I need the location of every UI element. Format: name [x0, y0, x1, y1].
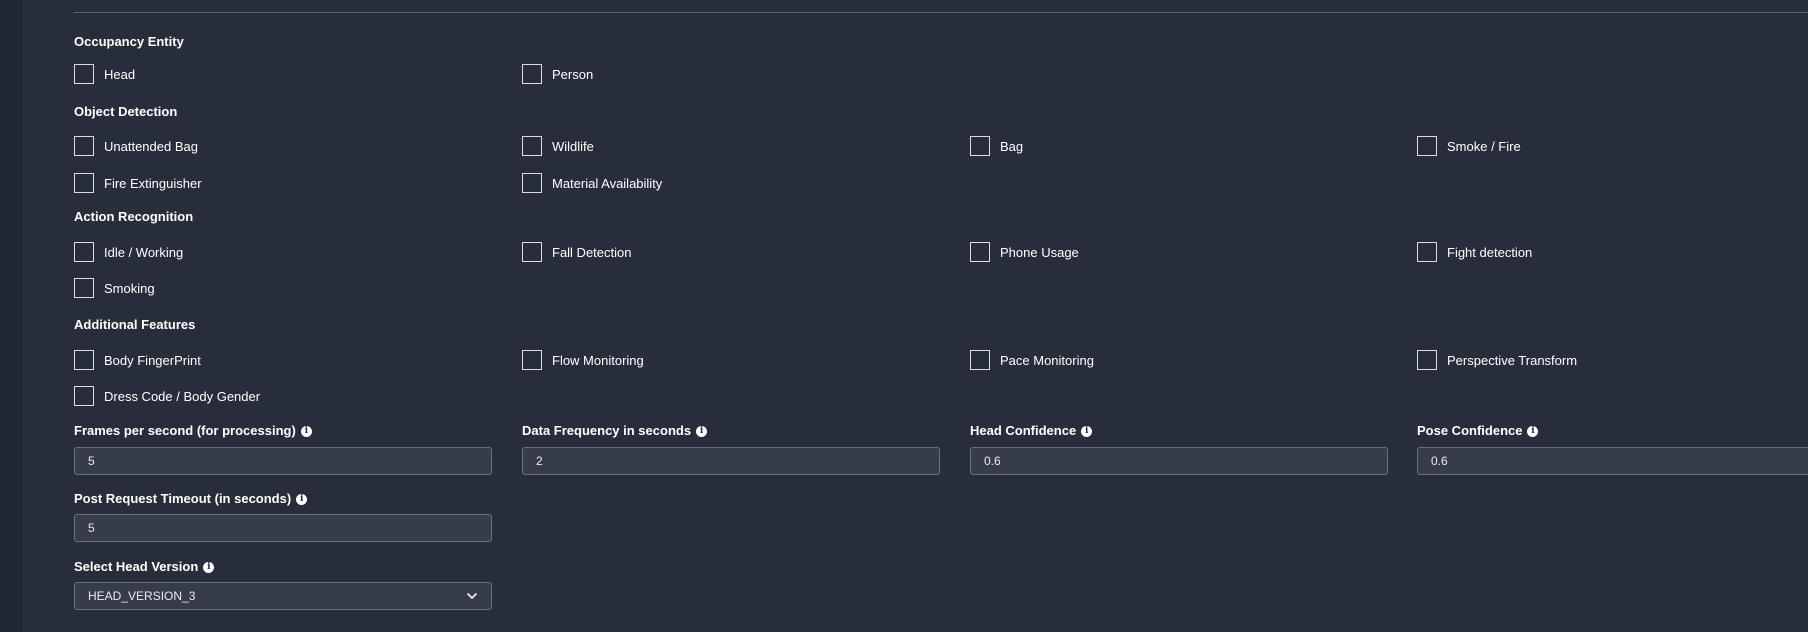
- checkbox-label: Head: [104, 66, 136, 82]
- chevron-down-icon: [467, 593, 477, 599]
- checkbox-smoke-fire[interactable]: Smoke / Fire: [1417, 135, 1521, 157]
- section-title-occupancy: Occupancy Entity: [74, 34, 184, 49]
- checkbox-box[interactable]: [970, 242, 990, 262]
- settings-panel: Occupancy Entity Head Person Object Dete…: [22, 0, 1808, 632]
- data-frequency-label: Data Frequency in seconds i: [522, 423, 708, 439]
- checkbox-box[interactable]: [74, 242, 94, 262]
- checkbox-box[interactable]: [522, 64, 542, 84]
- head-confidence-label-text: Head Confidence: [970, 423, 1077, 438]
- checkbox-wildlife[interactable]: Wildlife: [522, 135, 594, 157]
- info-icon[interactable]: i: [1527, 425, 1539, 437]
- checkbox-box[interactable]: [74, 136, 94, 156]
- checkbox-box[interactable]: [522, 173, 542, 193]
- checkbox-label: Fall Detection: [552, 244, 632, 260]
- checkbox-label: Smoking: [104, 280, 155, 296]
- pose-confidence-label: Pose Confidence i: [1417, 423, 1539, 439]
- data-frequency-label-text: Data Frequency in seconds: [522, 423, 692, 438]
- checkbox-body-fingerprint[interactable]: Body FingerPrint: [74, 349, 201, 371]
- checkbox-label: Bag: [1000, 138, 1024, 154]
- checkbox-material-availability[interactable]: Material Availability: [522, 172, 662, 194]
- checkbox-pace-monitoring[interactable]: Pace Monitoring: [970, 349, 1094, 371]
- checkbox-label: Body FingerPrint: [104, 352, 201, 368]
- checkbox-label: Dress Code / Body Gender: [104, 388, 261, 404]
- checkbox-flow-monitoring[interactable]: Flow Monitoring: [522, 349, 644, 371]
- checkbox-box[interactable]: [522, 350, 542, 370]
- left-sidebar-edge: [0, 0, 22, 632]
- checkbox-box[interactable]: [74, 278, 94, 298]
- checkbox-box[interactable]: [1417, 136, 1437, 156]
- head-confidence-input[interactable]: [970, 447, 1388, 475]
- checkbox-label: Smoke / Fire: [1447, 138, 1521, 154]
- checkbox-smoking[interactable]: Smoking: [74, 277, 155, 299]
- info-icon[interactable]: i: [296, 493, 308, 505]
- checkbox-fire-extinguisher[interactable]: Fire Extinguisher: [74, 172, 202, 194]
- head-version-selected: HEAD_VERSION_3: [88, 589, 196, 603]
- checkbox-person[interactable]: Person: [522, 63, 593, 85]
- checkbox-bag[interactable]: Bag: [970, 135, 1023, 157]
- checkbox-box[interactable]: [1417, 350, 1437, 370]
- checkbox-box[interactable]: [74, 386, 94, 406]
- checkbox-label: Flow Monitoring: [552, 352, 644, 368]
- info-icon[interactable]: i: [1081, 425, 1093, 437]
- checkbox-box[interactable]: [522, 242, 542, 262]
- section-title-object-detection: Object Detection: [74, 104, 178, 119]
- section-title-action-recognition: Action Recognition: [74, 209, 194, 224]
- checkbox-perspective-transform[interactable]: Perspective Transform: [1417, 349, 1577, 371]
- fps-label-text: Frames per second (for processing): [74, 423, 296, 438]
- checkbox-box[interactable]: [970, 136, 990, 156]
- checkbox-label: Perspective Transform: [1447, 352, 1578, 368]
- info-icon[interactable]: i: [203, 561, 215, 573]
- checkbox-box[interactable]: [522, 136, 542, 156]
- head-confidence-label: Head Confidence i: [970, 423, 1093, 439]
- data-frequency-input[interactable]: [522, 447, 940, 475]
- checkbox-idle-working[interactable]: Idle / Working: [74, 241, 183, 263]
- checkbox-label: Wildlife: [552, 138, 594, 154]
- checkbox-box[interactable]: [74, 173, 94, 193]
- checkbox-label: Pace Monitoring: [1000, 352, 1094, 368]
- checkbox-label: Fire Extinguisher: [104, 175, 202, 191]
- checkbox-fall-detection[interactable]: Fall Detection: [522, 241, 631, 263]
- checkbox-label: Phone Usage: [1000, 244, 1079, 260]
- post-timeout-label-text: Post Request Timeout (in seconds): [74, 491, 292, 506]
- fps-label: Frames per second (for processing) i: [74, 423, 312, 439]
- head-version-select[interactable]: HEAD_VERSION_3: [74, 582, 492, 610]
- checkbox-label: Fight detection: [1447, 244, 1533, 260]
- checkbox-label: Unattended Bag: [104, 138, 198, 154]
- checkbox-fight-detection[interactable]: Fight detection: [1417, 241, 1532, 263]
- head-version-label-text: Select Head Version: [74, 559, 199, 574]
- info-icon[interactable]: i: [696, 425, 708, 437]
- info-icon[interactable]: i: [300, 425, 312, 437]
- checkbox-head[interactable]: Head: [74, 63, 135, 85]
- pose-confidence-label-text: Pose Confidence: [1417, 423, 1523, 438]
- checkbox-label: Idle / Working: [104, 244, 184, 260]
- checkbox-phone-usage[interactable]: Phone Usage: [970, 241, 1079, 263]
- section-title-additional-features: Additional Features: [74, 317, 196, 332]
- post-timeout-label: Post Request Timeout (in seconds) i: [74, 491, 308, 507]
- divider: [74, 12, 1808, 13]
- pose-confidence-input[interactable]: [1417, 447, 1808, 475]
- checkbox-box[interactable]: [74, 64, 94, 84]
- checkbox-label: Person: [552, 66, 594, 82]
- checkbox-label: Material Availability: [552, 175, 663, 191]
- head-version-label: Select Head Version i: [74, 559, 215, 575]
- checkbox-box[interactable]: [1417, 242, 1437, 262]
- post-timeout-input[interactable]: [74, 514, 492, 542]
- checkbox-box[interactable]: [970, 350, 990, 370]
- checkbox-box[interactable]: [74, 350, 94, 370]
- checkbox-unattended-bag[interactable]: Unattended Bag: [74, 135, 198, 157]
- checkbox-dress-code[interactable]: Dress Code / Body Gender: [74, 385, 260, 407]
- fps-input[interactable]: [74, 447, 492, 475]
